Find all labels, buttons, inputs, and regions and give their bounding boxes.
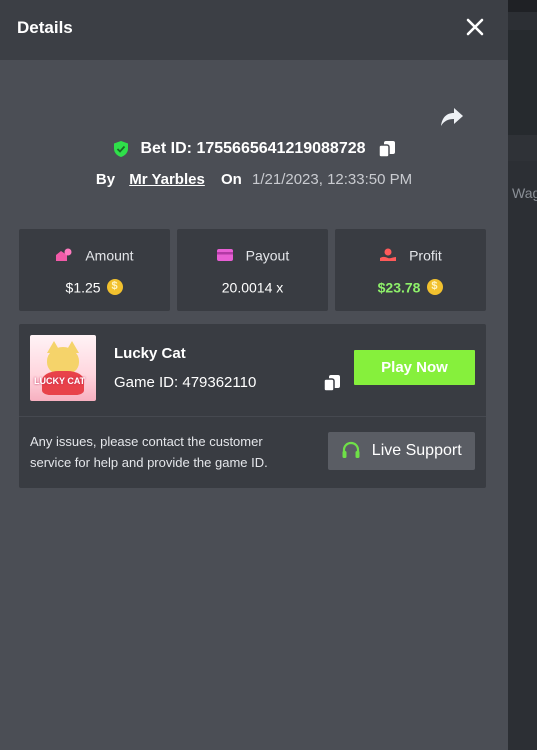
live-support-label: Live Support [371, 442, 462, 459]
user-link[interactable]: Mr Yarbles [129, 171, 205, 188]
game-thumbnail[interactable]: LUCKY CAT [30, 335, 96, 401]
stat-label: Amount [85, 247, 134, 264]
payout-icon [216, 249, 233, 262]
stat-label: Payout [245, 247, 290, 264]
coin-icon [427, 279, 444, 296]
stat-card-amount: Amount $1.25 [19, 229, 170, 311]
headset-icon [342, 441, 360, 458]
live-support-button[interactable]: Live Support [328, 432, 475, 470]
stat-value: 20.0014 x [221, 279, 284, 296]
stat-card-profit: Profit $23.78 [335, 229, 486, 311]
game-name: Lucky Cat [114, 345, 186, 362]
coin-icon [107, 279, 124, 296]
details-modal: Details Bet ID: 1755665641219088728 By M… [0, 0, 508, 750]
copy-icon[interactable] [323, 374, 341, 392]
by-label: By [95, 171, 116, 188]
background-partial-text: Wag [512, 185, 537, 201]
stat-value: $23.78 [377, 279, 421, 296]
divider [19, 416, 486, 417]
close-icon[interactable] [463, 15, 487, 39]
on-label: On [221, 171, 242, 188]
stat-card-payout: Payout 20.0014 x [177, 229, 328, 311]
game-card: LUCKY CAT Lucky Cat Game ID: 479362110 P… [19, 324, 486, 488]
play-now-button[interactable]: Play Now [354, 350, 475, 385]
stat-label: Profit [409, 247, 442, 264]
amount-icon [56, 248, 72, 262]
modal-title: Details [17, 18, 73, 37]
shield-icon [114, 141, 128, 157]
thumbnail-logo-text: LUCKY CAT [34, 376, 86, 386]
bet-byline: By Mr Yarbles On 1/21/2023, 12:33:50 PM [0, 171, 508, 188]
background-band [508, 0, 537, 12]
bet-id-row: Bet ID: 1755665641219088728 [0, 140, 508, 158]
help-text: Any issues, please contact the customer … [30, 434, 268, 470]
share-icon[interactable] [440, 106, 464, 128]
background-band [508, 30, 537, 135]
profit-icon [380, 248, 397, 262]
game-id: Game ID: 479362110 [114, 374, 257, 391]
bet-id: Bet ID: 1755665641219088728 [140, 140, 366, 157]
bet-datetime: 1/21/2023, 12:33:50 PM [252, 171, 413, 188]
modal-header: Details [0, 0, 508, 60]
background-band [508, 135, 537, 161]
copy-icon[interactable] [378, 140, 396, 158]
stat-value: $1.25 [65, 279, 101, 296]
